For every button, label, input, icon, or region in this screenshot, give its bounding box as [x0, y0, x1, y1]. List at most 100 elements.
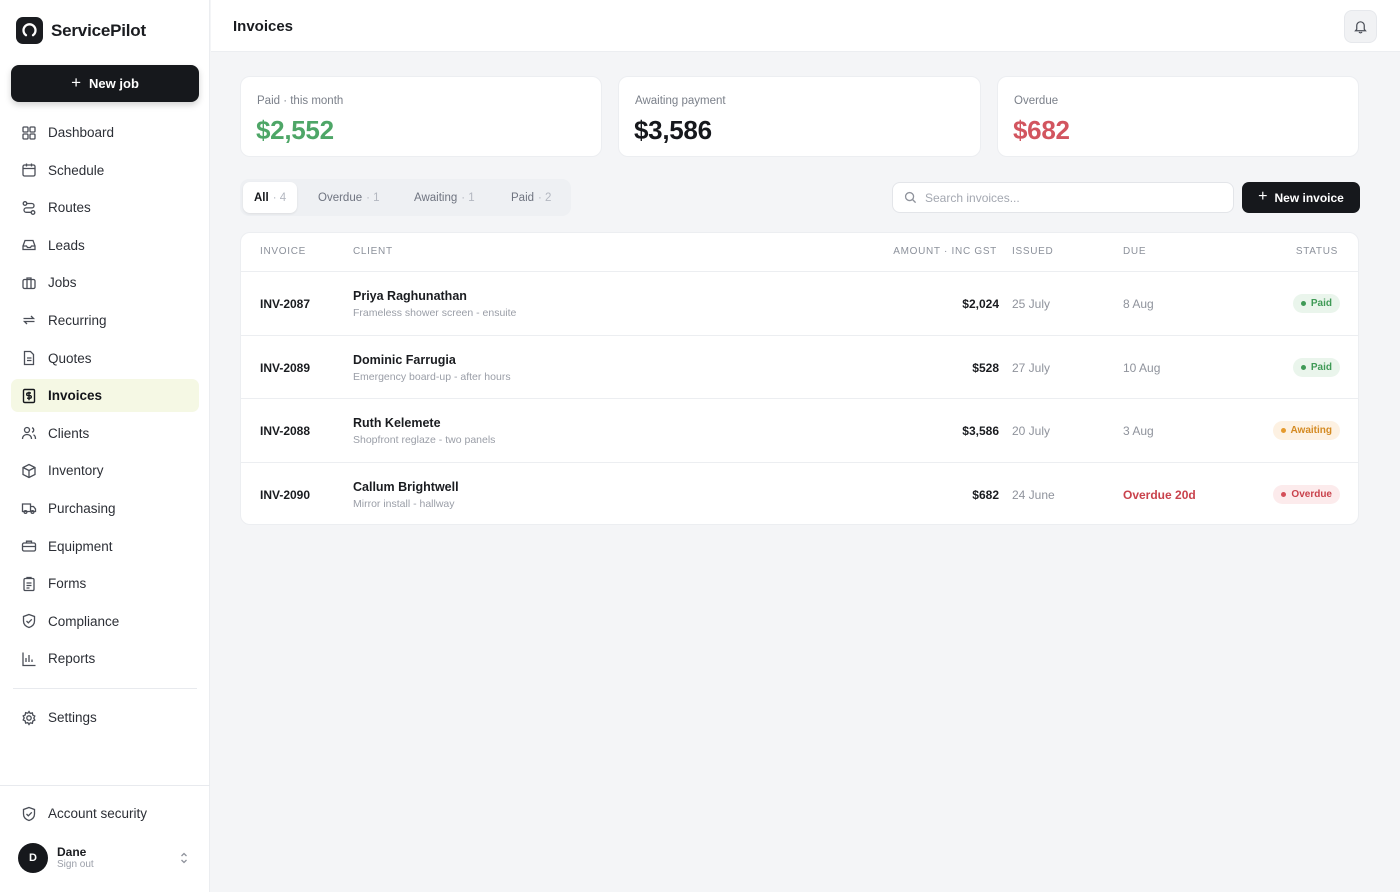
tab-all[interactable]: All · 4 — [243, 182, 298, 213]
status-dot-icon — [1280, 428, 1286, 433]
search-input[interactable] — [925, 190, 1215, 205]
sidebar-item-equipment[interactable]: Equipment — [11, 530, 199, 563]
status-dot-icon — [1281, 491, 1287, 497]
sidebar-nav: Dashboard Schedule Routes Leads Jobs Rec… — [11, 116, 199, 680]
toolbox-icon — [21, 540, 37, 552]
table-row[interactable]: INV-2088 Ruth Kelemete Shopfront reglaze… — [241, 398, 1358, 462]
status-label: Awaiting — [1290, 425, 1332, 436]
invoices-table: INVOICE CLIENT AMOUNT · INC GST ISSUED D… — [240, 232, 1359, 525]
search-box — [892, 182, 1234, 213]
sidebar-item-reports[interactable]: Reports — [11, 642, 199, 675]
sidebar-item-compliance[interactable]: Compliance — [11, 605, 199, 638]
tab-awaiting[interactable]: Awaiting · 1 — [403, 182, 486, 213]
sidebar-item-label: Recurring — [48, 312, 107, 328]
bell-icon — [1354, 21, 1367, 34]
job-description: Emergency board-up - after hours — [353, 370, 511, 383]
status-label: Paid — [1310, 361, 1332, 373]
sidebar-item-settings[interactable]: Settings — [11, 701, 199, 739]
table-row[interactable]: INV-2089 Dominic Farrugia Emergency boar… — [241, 334, 1358, 399]
issued-date: 20 July — [1012, 424, 1051, 438]
client-name: Dominic Farrugia — [353, 352, 456, 367]
status-dot-icon — [1300, 301, 1306, 306]
bar-chart-icon — [22, 652, 36, 666]
notifications-button[interactable] — [1344, 10, 1377, 43]
truck-icon — [21, 503, 37, 515]
brand[interactable]: ServicePilot — [16, 17, 146, 44]
briefcase-icon — [22, 277, 36, 290]
tab-paid[interactable]: Paid · 2 — [500, 182, 562, 213]
user-name: Dane — [57, 844, 87, 859]
sidebar-item-forms[interactable]: Forms — [11, 567, 199, 600]
plus-icon: + — [1258, 187, 1268, 205]
tab-overdue[interactable]: Overdue · 1 — [307, 182, 391, 213]
shield-check-icon — [22, 806, 36, 821]
new-invoice-label: New invoice — [1274, 190, 1344, 205]
client-name: Ruth Kelemete — [353, 416, 441, 430]
job-description: Mirror install - hallway — [353, 497, 455, 510]
sidebar-item-dashboard[interactable]: Dashboard — [11, 116, 199, 149]
sidebar-item-jobs[interactable]: Jobs — [11, 266, 199, 299]
repeat-icon — [22, 316, 36, 325]
sidebar-item-inventory[interactable]: Inventory — [11, 454, 199, 487]
tab-label: Overdue — [318, 191, 363, 204]
box-icon — [22, 463, 36, 479]
stat-card-overdue: Overdue $682 — [997, 76, 1359, 157]
due-date: 10 Aug — [1123, 360, 1161, 375]
sign-out-link[interactable]: Sign out — [57, 859, 94, 871]
tab-label: All — [254, 191, 269, 204]
column-header-issued[interactable]: ISSUED — [1012, 246, 1053, 257]
table-row[interactable]: INV-2090 Callum Brightwell Mirror instal… — [241, 461, 1358, 525]
clipboard-icon — [23, 576, 35, 591]
stat-card-paid: Paid · this month $2,552 — [240, 76, 602, 157]
sidebar-item-routes[interactable]: Routes — [11, 191, 199, 224]
sidebar-item-invoices[interactable]: Invoices — [11, 379, 199, 413]
sidebar-item-label: Equipment — [48, 538, 113, 554]
column-header-status[interactable]: STATUS — [1296, 246, 1338, 257]
account-security-link[interactable]: Account security — [11, 797, 199, 830]
due-date: 8 Aug — [1123, 297, 1154, 311]
job-description: Shopfront reglaze - two panels — [353, 434, 496, 446]
gear-icon — [22, 709, 36, 726]
new-job-button[interactable]: + New job — [11, 65, 199, 102]
table-row[interactable]: INV-2087 Priya Raghunathan Frameless sho… — [241, 271, 1358, 335]
inbox-icon — [22, 240, 36, 251]
chevron-up-down-icon[interactable] — [178, 851, 190, 865]
sidebar-item-clients[interactable]: Clients — [11, 417, 199, 450]
sidebar-item-label: Purchasing — [48, 500, 116, 516]
settings-label: Settings — [48, 710, 97, 725]
job-description: Frameless shower screen - ensuite — [353, 307, 517, 319]
new-job-label: New job — [89, 76, 139, 91]
sidebar-item-label: Leads — [48, 237, 85, 253]
issued-date: 25 July — [1012, 297, 1051, 311]
column-header-invoice[interactable]: INVOICE — [260, 246, 306, 257]
account-security-label: Account security — [48, 806, 148, 821]
status-dot-icon — [1300, 364, 1306, 370]
sidebar-item-label: Reports — [48, 651, 96, 667]
dollar-receipt-icon — [22, 388, 36, 403]
tab-label: Paid — [511, 191, 535, 204]
tab-label: Awaiting — [414, 191, 458, 204]
new-invoice-button[interactable]: + New invoice — [1242, 182, 1360, 213]
invoice-number: INV-2088 — [260, 424, 311, 438]
sidebar-item-schedule[interactable]: Schedule — [11, 154, 199, 187]
sidebar-item-purchasing[interactable]: Purchasing — [11, 492, 199, 525]
sidebar-item-label: Inventory — [48, 463, 104, 479]
sidebar-divider — [13, 688, 197, 689]
column-header-client[interactable]: CLIENT — [353, 246, 393, 257]
status-badge: Paid — [1292, 294, 1340, 313]
sidebar-item-account-security[interactable]: Account security — [11, 797, 199, 835]
settings-link[interactable]: Settings — [11, 701, 199, 734]
user-menu[interactable]: D Dane Sign out — [18, 842, 194, 874]
column-header-due[interactable]: DUE — [1123, 246, 1146, 257]
sidebar-item-recurring[interactable]: Recurring — [11, 304, 199, 337]
sidebar-item-quotes[interactable]: Quotes — [11, 342, 199, 375]
invoice-amount: $682 — [972, 487, 999, 502]
document-icon — [23, 350, 35, 366]
sidebar-item-leads[interactable]: Leads — [11, 229, 199, 262]
column-header-amount[interactable]: AMOUNT · INC GST — [893, 246, 997, 257]
shield-check-icon — [22, 614, 36, 629]
tab-count: · 2 — [538, 191, 552, 204]
sidebar: ServicePilot + New job Dashboard Schedul… — [0, 0, 210, 892]
sidebar-item-label: Jobs — [48, 275, 77, 291]
stat-label: Paid · this month — [257, 95, 344, 107]
